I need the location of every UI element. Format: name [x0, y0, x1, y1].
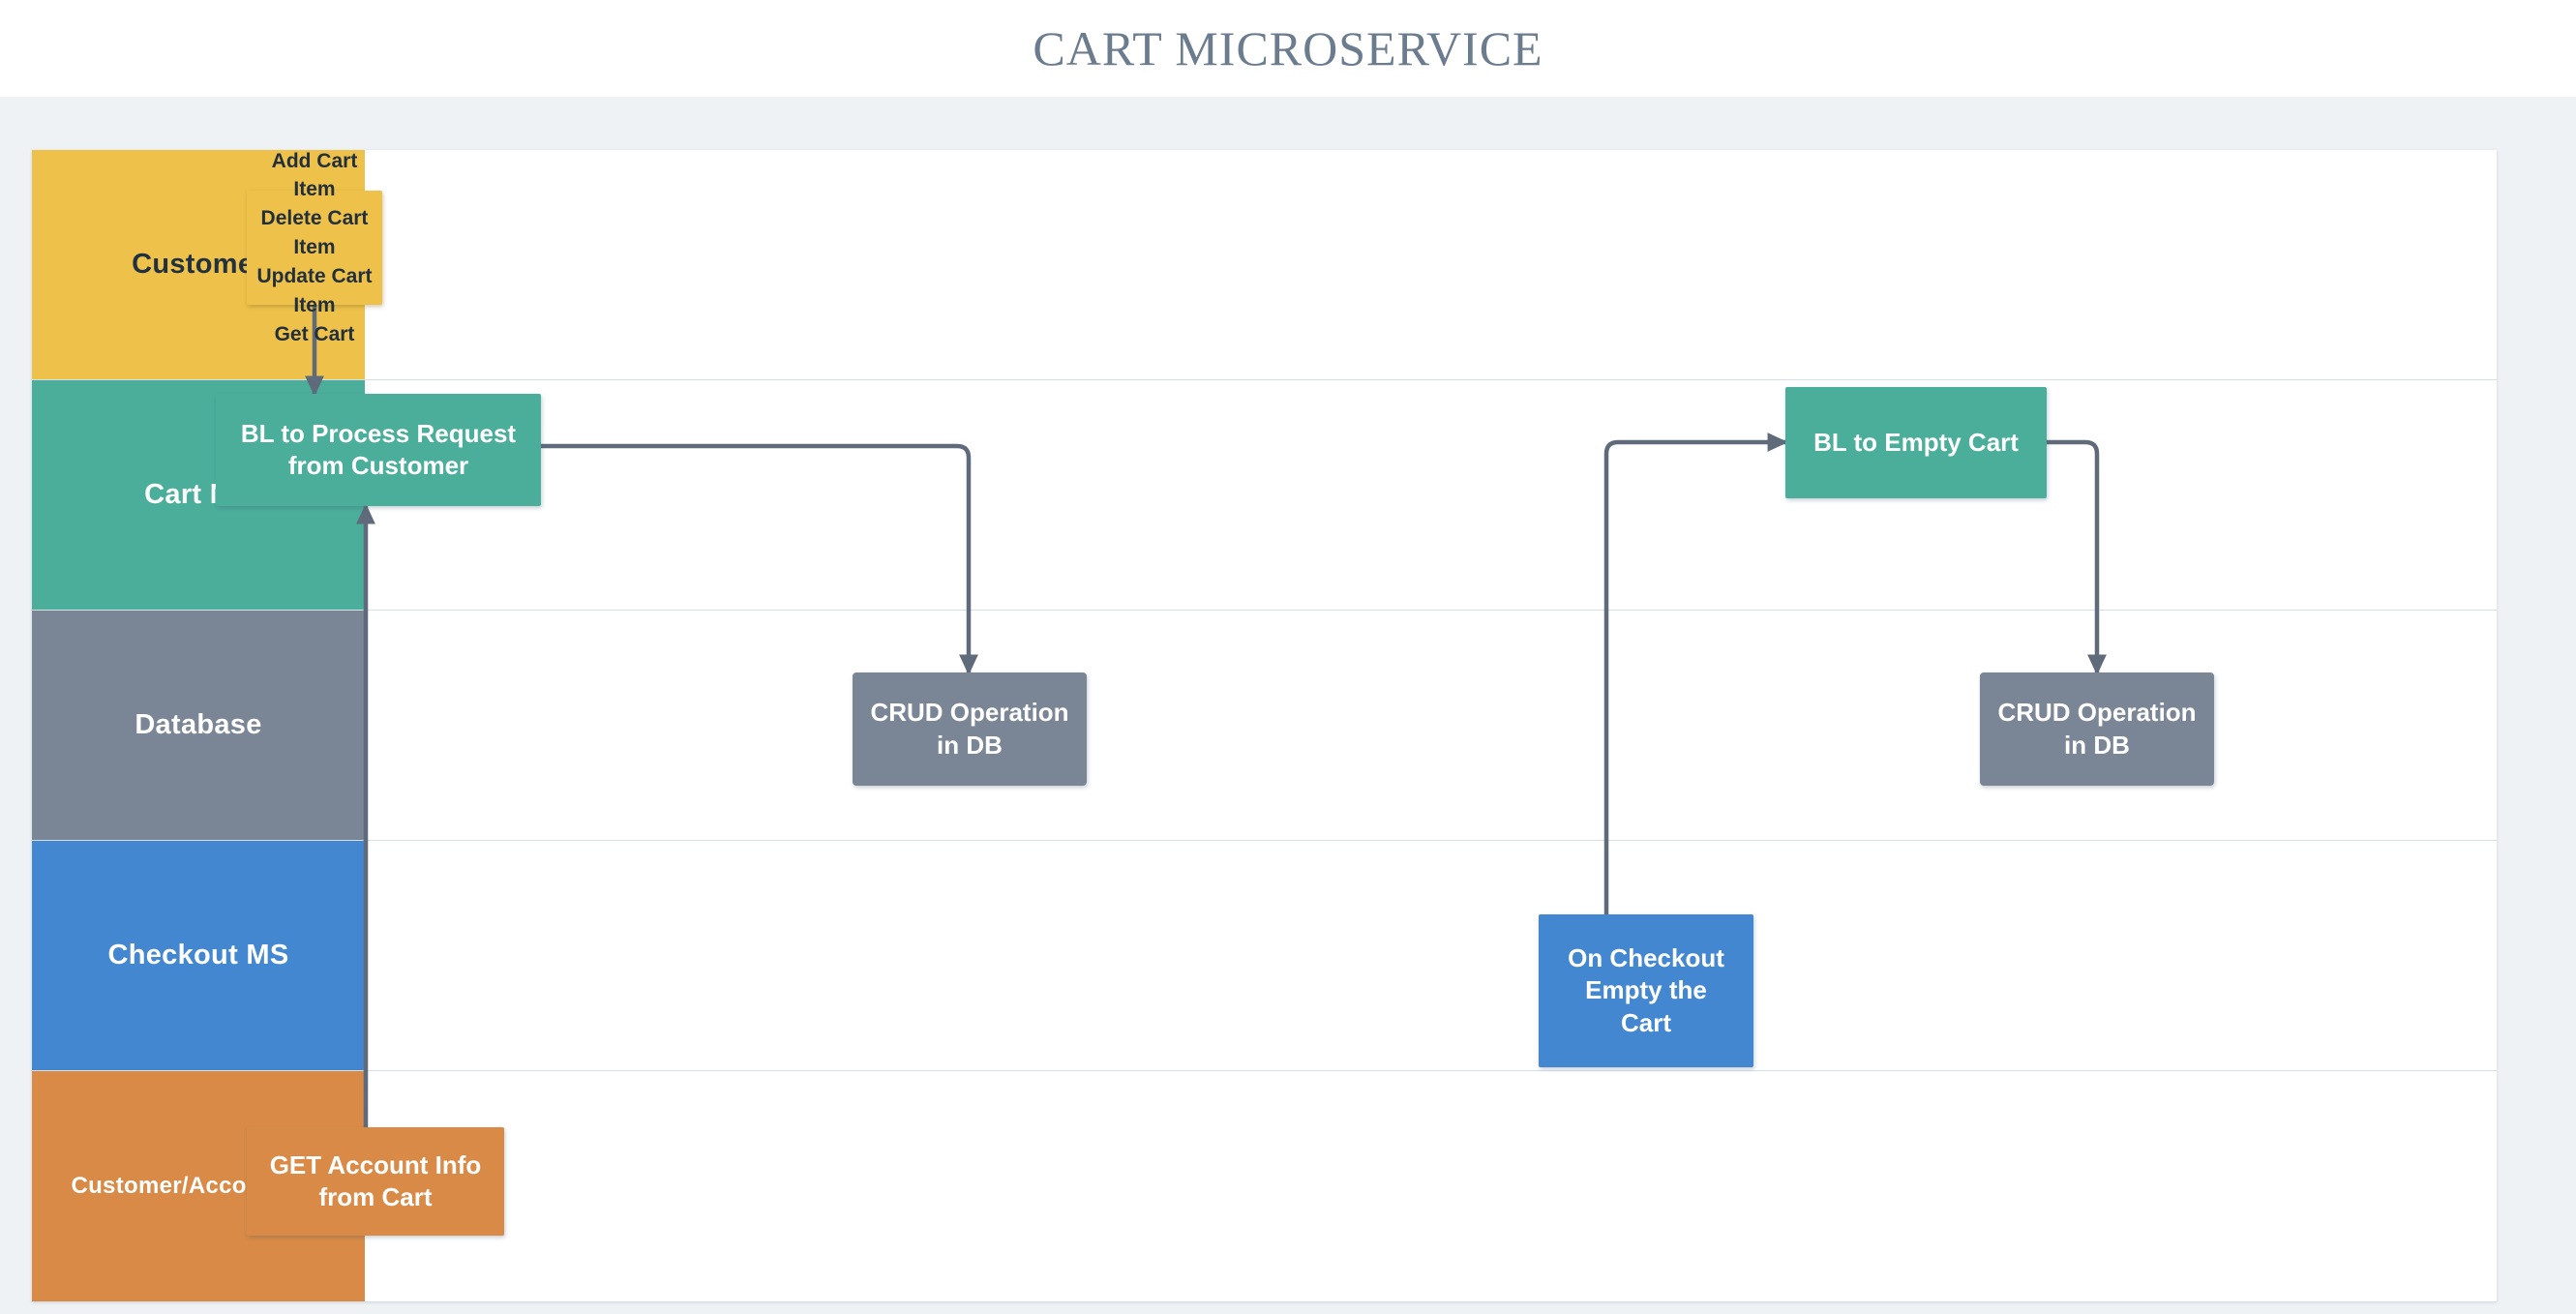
node-line: Cart	[1620, 1007, 1671, 1037]
node-line: CRUD Operation	[870, 698, 1069, 728]
node-line: BL to Process Request	[240, 418, 517, 448]
node-line: Get Cart	[274, 322, 355, 345]
lane-customer: Customer	[32, 150, 2497, 380]
node-customer-requests[interactable]: Add Cart Item Delete Cart Item Update Ca…	[247, 150, 382, 345]
node-crud-right[interactable]: CRUD Operation in DB	[1980, 672, 2214, 786]
lane-label-database: Database	[135, 709, 262, 740]
node-line: from Cart	[318, 1182, 433, 1211]
node-bl-process-request[interactable]: BL to Process Request from Customer	[216, 394, 541, 506]
node-crud-left[interactable]: CRUD Operation in DB	[853, 672, 1087, 786]
lane-label-checkout-ms: Checkout MS	[107, 940, 289, 971]
node-line: Update Cart Item	[256, 264, 373, 316]
node-line: CRUD Operation	[1997, 698, 2197, 728]
node-line: in DB	[2064, 730, 2130, 760]
node-line: Delete Cart Item	[260, 207, 369, 259]
page-title: CART MICROSERVICE	[0, 0, 2576, 97]
diagram-canvas: Customer Cart MS Database Checkout MS Cu…	[32, 150, 2497, 1301]
node-line: On Checkout	[1568, 943, 1724, 973]
lane-header-database: Database	[32, 611, 365, 840]
node-line: from Customer	[287, 451, 469, 480]
node-line: GET Account Info	[269, 1150, 482, 1180]
lane-header-checkout-ms: Checkout MS	[32, 841, 365, 1070]
node-line: BL to Empty Cart	[1813, 427, 2019, 457]
diagram-page: CART MICROSERVICE Customer Cart MS Datab…	[0, 0, 2576, 1314]
node-bl-empty-cart[interactable]: BL to Empty Cart	[1785, 387, 2047, 498]
node-line: in DB	[937, 730, 1003, 760]
lane-checkout-ms: Checkout MS	[32, 841, 2497, 1071]
node-line: Empty the	[1585, 975, 1707, 1005]
node-line: Add Cart Item	[271, 149, 358, 201]
node-on-checkout-empty[interactable]: On Checkout Empty the Cart	[1539, 914, 1753, 1067]
node-get-account-info[interactable]: GET Account Info from Cart	[247, 1127, 504, 1236]
